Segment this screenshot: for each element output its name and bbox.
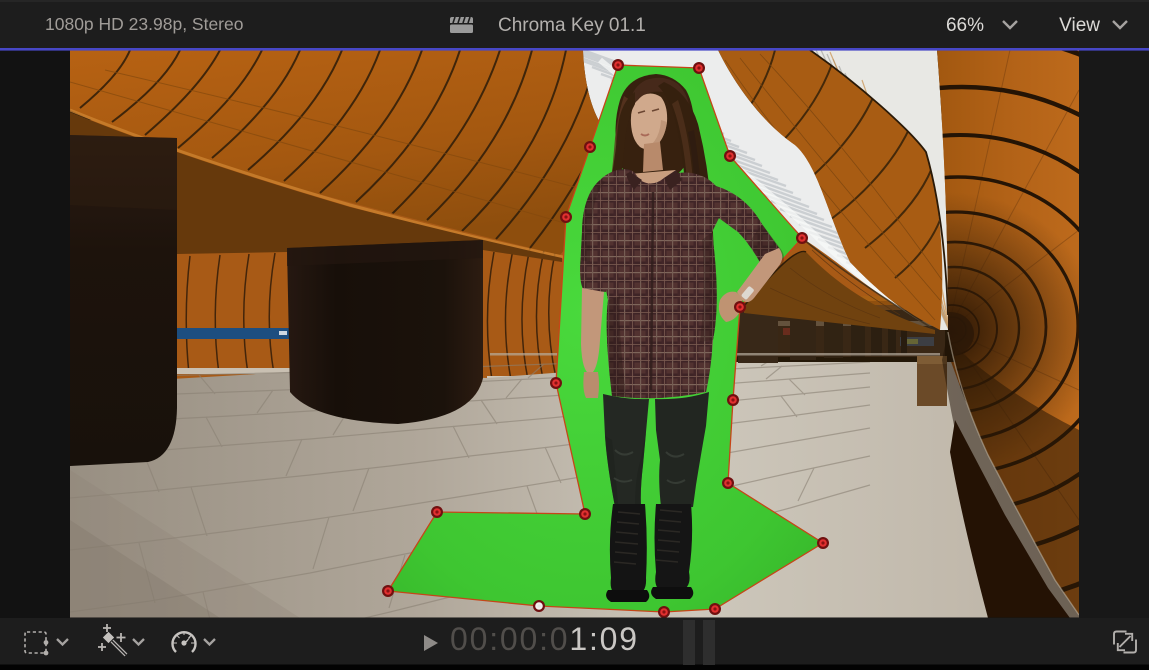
svg-text:00:00:01:09: 00:00:01:09 xyxy=(450,621,639,657)
svg-text:66%: 66% xyxy=(946,15,984,36)
svg-text:Chroma Key 01.1: Chroma Key 01.1 xyxy=(498,15,646,36)
svg-text:View: View xyxy=(1059,15,1100,36)
svg-text:1080p HD 23.98p, Stereo: 1080p HD 23.98p, Stereo xyxy=(45,14,243,34)
